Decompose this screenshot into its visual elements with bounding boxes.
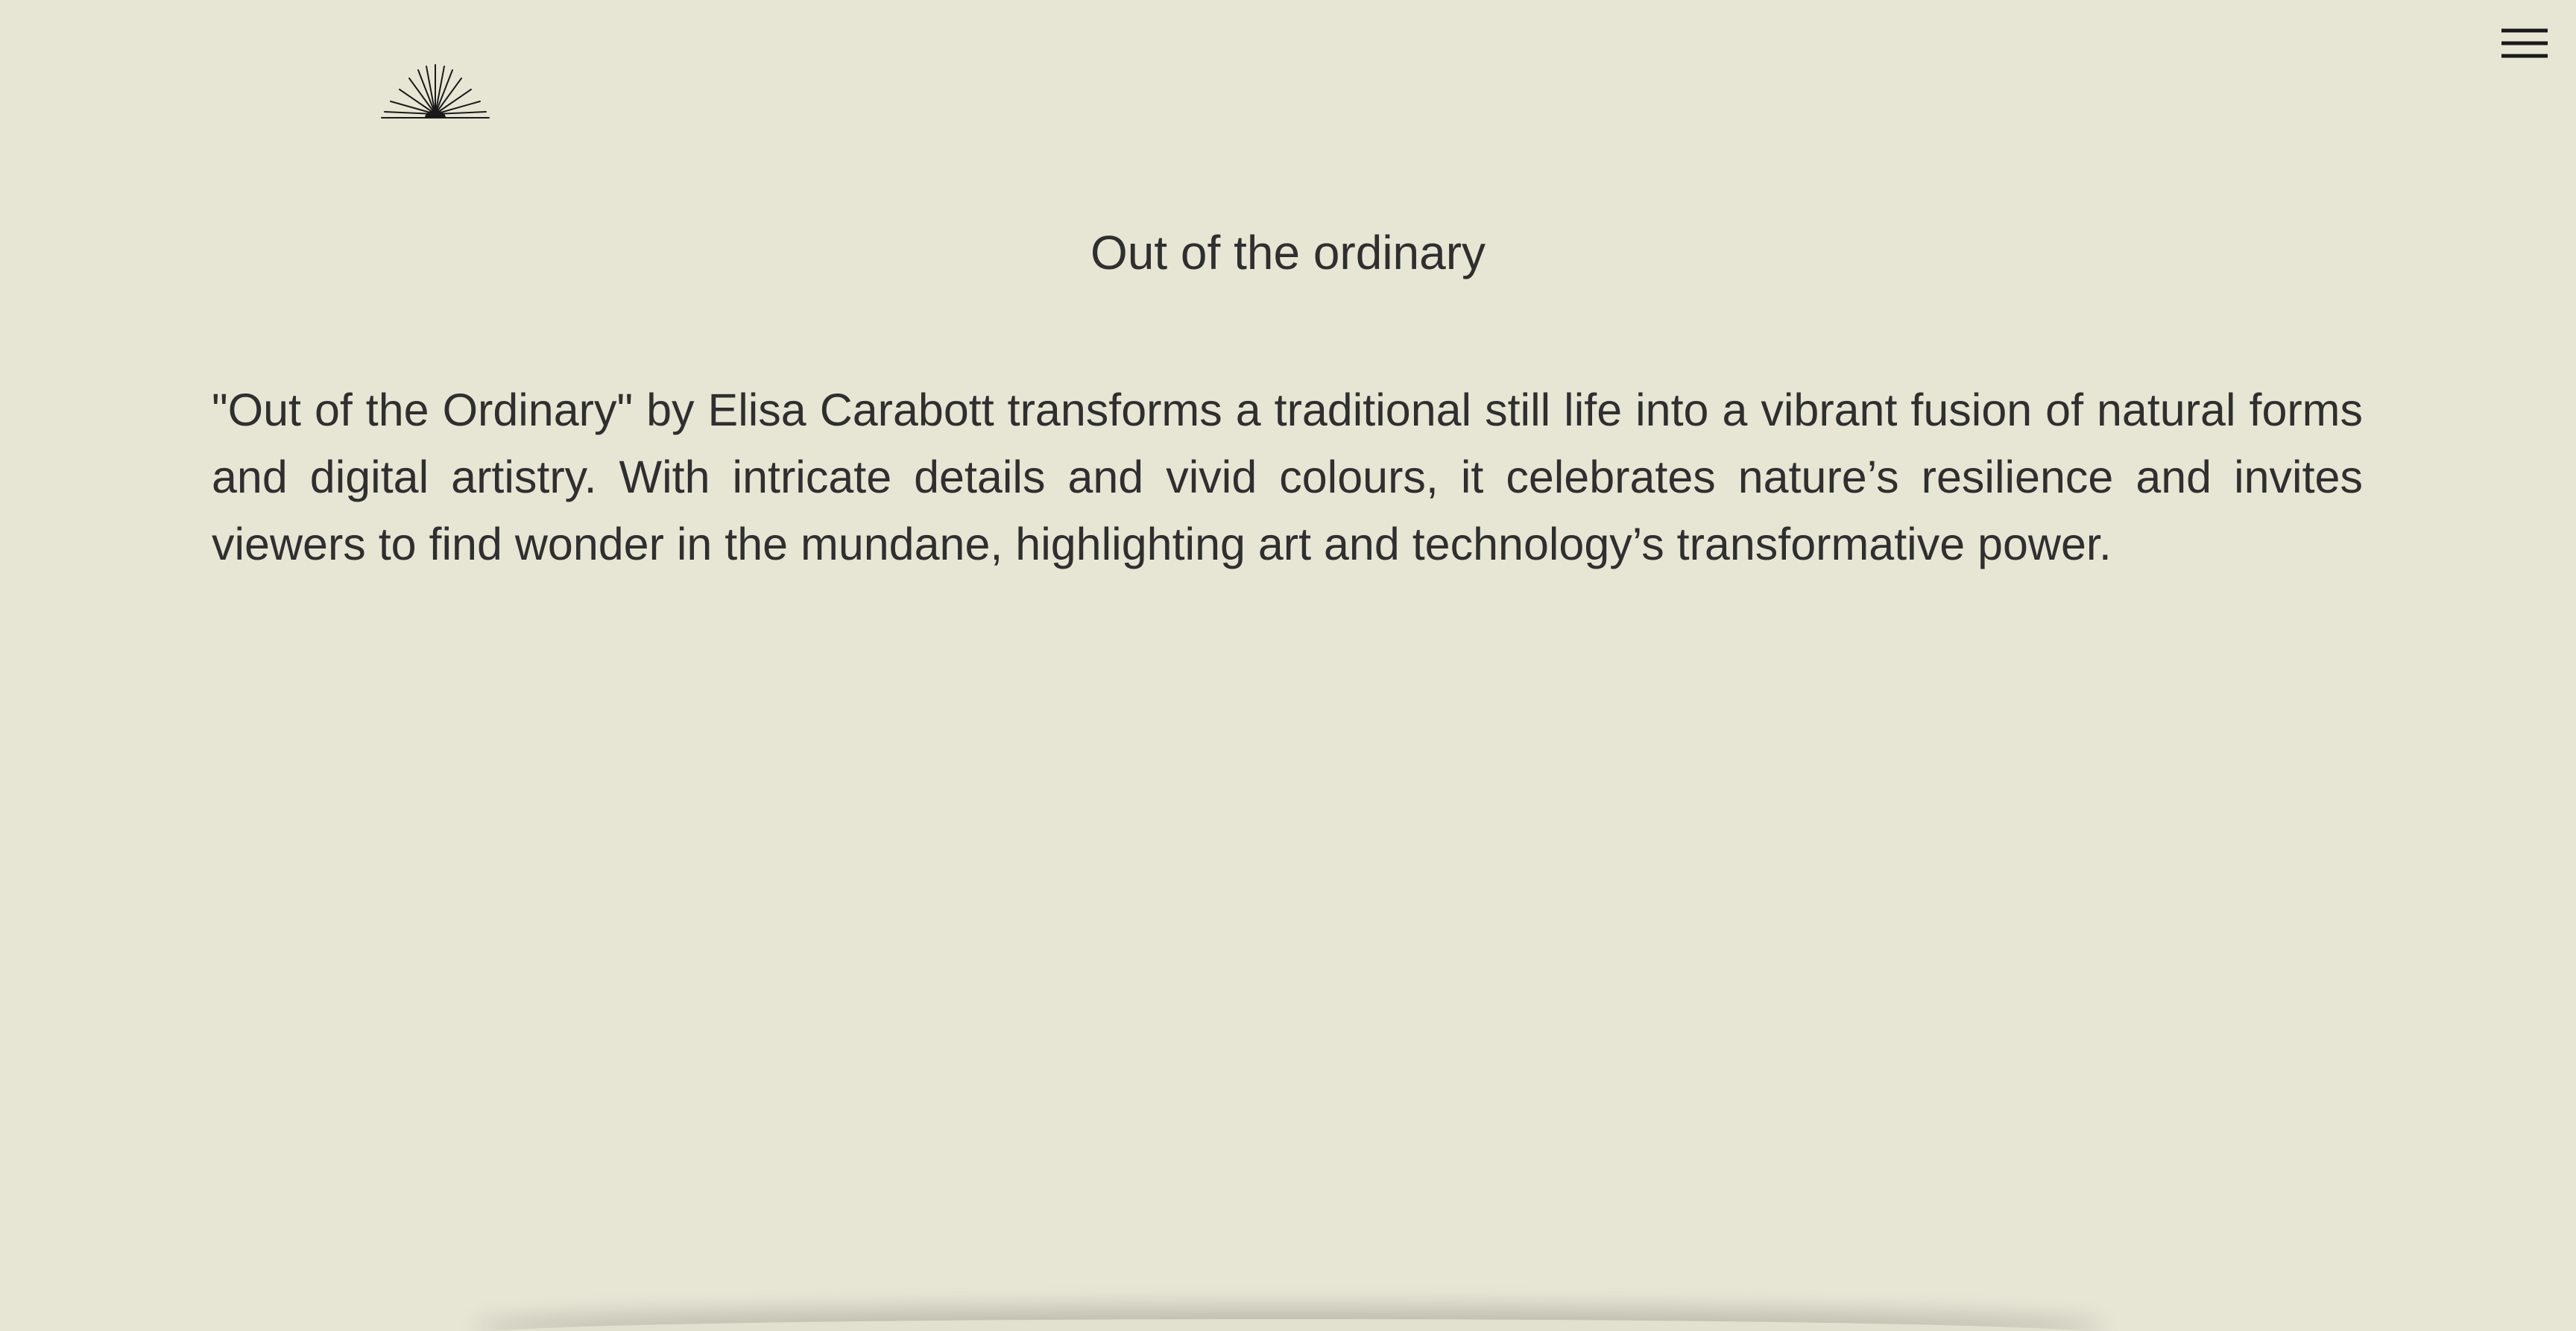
home-logo-link[interactable] — [380, 61, 490, 121]
hamburger-menu-icon — [2501, 28, 2548, 58]
page-title: Out of the ordinary — [1090, 226, 1486, 279]
content-card-edge — [477, 1319, 2102, 1331]
artwork-description: "Out of the Ordinary" by Elisa Carabott … — [212, 385, 2363, 569]
sunburst-logo-icon — [381, 64, 490, 118]
menu-button[interactable] — [2500, 27, 2549, 60]
page: Out of the ordinary "Out of the Ordinary… — [0, 0, 2576, 1331]
